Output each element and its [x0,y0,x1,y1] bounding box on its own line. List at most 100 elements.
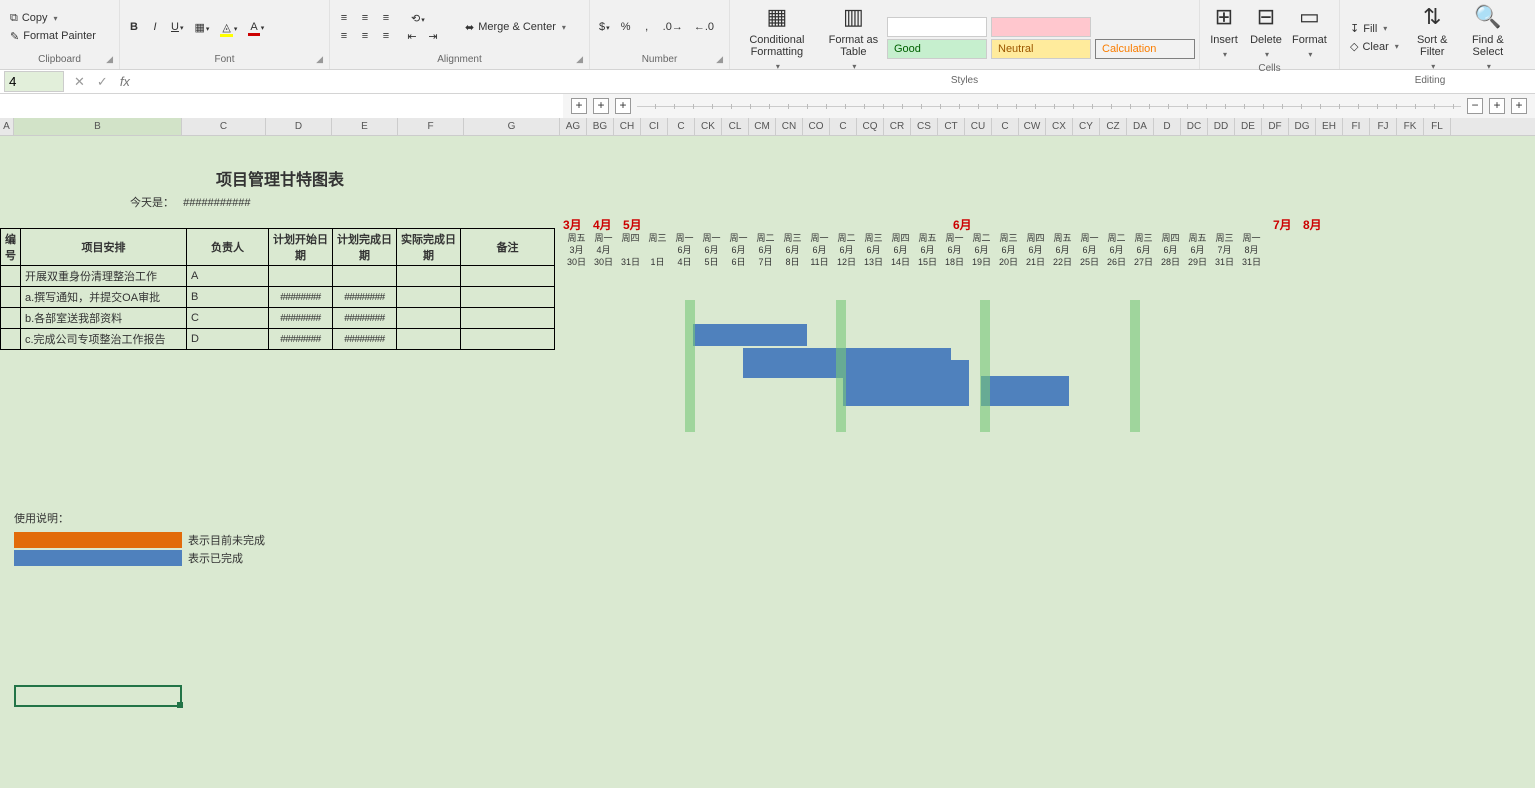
dialog-launcher-icon[interactable]: ◢ [576,54,583,65]
col-header[interactable]: F [398,118,464,135]
merge-center-button[interactable]: ⬌Merge & Center▾ [459,19,572,36]
underline-button[interactable]: U▾ [166,19,188,35]
task-table[interactable]: 编号 项目安排 负责人 计划开始日期 计划完成日期 实际完成日期 备注 开展双重… [0,228,555,350]
increase-decimal-button[interactable]: .0→ [658,19,688,35]
col-header[interactable]: FJ [1370,118,1397,135]
bold-button[interactable]: B [124,19,144,35]
orientation-button[interactable]: ⟲▾ [406,10,430,27]
col-header[interactable]: DF [1262,118,1289,135]
col-header[interactable]: DC [1181,118,1208,135]
format-as-table-button[interactable]: ▥Format as Table▾ [822,2,885,73]
col-header[interactable]: CL [722,118,749,135]
table-row[interactable]: b.各部室送我部资料C################ [1,308,555,329]
accept-formula-icon[interactable]: ✓ [91,72,114,92]
col-header[interactable]: C [668,118,695,135]
col-header[interactable]: G [464,118,560,135]
style-calculation[interactable]: Calculation [1095,39,1195,59]
dialog-launcher-icon[interactable]: ◢ [316,54,323,65]
th-actual-end[interactable]: 实际完成日期 [397,229,461,266]
col-header[interactable]: DG [1289,118,1316,135]
selected-cell[interactable] [14,685,182,707]
col-header[interactable]: EH [1316,118,1343,135]
align-right-button[interactable]: ≡ [376,28,396,45]
dialog-launcher-icon[interactable]: ◢ [106,54,113,65]
col-header[interactable]: DE [1235,118,1262,135]
table-row[interactable]: 开展双重身份清理整治工作A [1,266,555,287]
comma-button[interactable]: , [637,19,657,35]
col-header[interactable]: CS [911,118,938,135]
col-header[interactable]: FK [1397,118,1424,135]
col-header[interactable]: CZ [1100,118,1127,135]
col-header[interactable]: CN [776,118,803,135]
style-neutral[interactable]: Neutral [991,39,1091,59]
font-color-button[interactable]: A▾ [243,19,269,35]
col-header[interactable]: FL [1424,118,1451,135]
col-header[interactable]: D [1154,118,1181,135]
format-painter-button[interactable]: ✎Format Painter [4,28,102,45]
col-header[interactable]: BG [587,118,614,135]
align-center-button[interactable]: ≡ [355,28,375,45]
increase-indent-button[interactable]: ⇥ [423,28,443,45]
col-header[interactable]: CY [1073,118,1100,135]
col-header[interactable]: CR [884,118,911,135]
cancel-formula-icon[interactable]: ✕ [68,72,91,92]
style-normal[interactable] [887,17,987,37]
col-header[interactable]: C [992,118,1019,135]
col-header[interactable]: D [266,118,332,135]
percent-button[interactable]: % [616,19,636,35]
insert-button[interactable]: ⊞Insert▾ [1204,2,1244,61]
col-header[interactable]: CT [938,118,965,135]
col-header[interactable]: AG [560,118,587,135]
table-row[interactable]: c.完成公司专项整治工作报告D################ [1,329,555,350]
dialog-launcher-icon[interactable]: ◢ [716,54,723,65]
italic-button[interactable]: I [145,19,165,35]
col-header[interactable]: A [0,118,14,135]
th-plan-start[interactable]: 计划开始日期 [269,229,333,266]
sort-filter-button[interactable]: ⇅Sort & Filter▾ [1407,2,1458,73]
col-header[interactable]: CQ [857,118,884,135]
format-button[interactable]: ▭Format▾ [1288,2,1331,61]
col-header[interactable]: C [182,118,266,135]
align-middle-button[interactable]: ≡ [355,10,375,27]
fill-button[interactable]: ↧Fill▾ [1344,20,1405,37]
border-button[interactable]: ▦▾ [189,19,214,36]
th-remark[interactable]: 备注 [461,229,555,266]
name-box[interactable] [4,71,64,92]
th-plan-end[interactable]: 计划完成日期 [333,229,397,266]
col-header[interactable]: CK [695,118,722,135]
col-header[interactable]: CW [1019,118,1046,135]
col-header[interactable]: CH [614,118,641,135]
delete-button[interactable]: ⊟Delete▾ [1246,2,1286,61]
find-select-button[interactable]: 🔍Find & Select▾ [1460,2,1516,73]
currency-button[interactable]: $▾ [594,19,615,35]
th-no[interactable]: 编号 [1,229,21,266]
align-top-button[interactable]: ≡ [334,10,354,27]
outline-expand-button[interactable]: + [615,98,631,114]
th-task[interactable]: 项目安排 [21,229,187,266]
worksheet[interactable]: + + + − + + A B C D E F G AGBGCHCICCKCLC… [0,94,1535,788]
th-owner[interactable]: 负责人 [187,229,269,266]
col-header[interactable]: B [14,118,182,135]
col-header[interactable]: DD [1208,118,1235,135]
style-good[interactable]: Good [887,39,987,59]
col-header[interactable]: CO [803,118,830,135]
outline-expand-button[interactable]: + [571,98,587,114]
conditional-formatting-button[interactable]: ▦Conditional Formatting▾ [734,2,820,73]
outline-collapse-button[interactable]: − [1467,98,1483,114]
table-row[interactable]: a.撰写通知，并提交OA审批B################ [1,287,555,308]
outline-expand-button[interactable]: + [1489,98,1505,114]
decrease-indent-button[interactable]: ⇤ [402,28,422,45]
align-left-button[interactable]: ≡ [334,28,354,45]
col-header[interactable]: CX [1046,118,1073,135]
align-bottom-button[interactable]: ≡ [376,10,396,27]
outline-expand-button[interactable]: + [593,98,609,114]
style-bad[interactable] [991,17,1091,37]
col-header[interactable]: CM [749,118,776,135]
fill-color-button[interactable]: ◬▾ [215,19,242,36]
col-header[interactable]: E [332,118,398,135]
col-header[interactable]: CU [965,118,992,135]
clear-button[interactable]: ◇Clear▾ [1344,38,1405,55]
col-header[interactable]: DA [1127,118,1154,135]
outline-expand-button[interactable]: + [1511,98,1527,114]
fx-icon[interactable]: fx [114,74,136,89]
